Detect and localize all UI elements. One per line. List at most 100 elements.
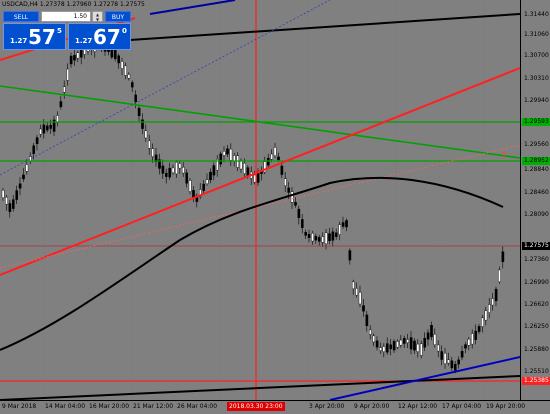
candle-body <box>450 360 454 369</box>
candle-body <box>352 281 355 290</box>
candle-body <box>406 339 410 343</box>
buy-button[interactable]: BUY <box>105 11 131 22</box>
candle-body <box>372 335 376 343</box>
sell-price-prefix: 1.27 <box>10 37 28 45</box>
candle-body <box>280 165 284 175</box>
candle-body <box>501 251 505 262</box>
candle-body <box>270 153 274 160</box>
candle-body <box>25 164 29 172</box>
candle-body <box>454 363 457 371</box>
candle-body <box>229 148 233 161</box>
candle-body <box>49 124 52 129</box>
candle-body <box>273 147 277 156</box>
candle-body <box>73 55 76 61</box>
candle-body <box>491 298 495 306</box>
candle-body <box>42 124 46 134</box>
candle-body <box>18 183 22 189</box>
candle-body <box>328 233 331 241</box>
candle-body <box>277 156 280 161</box>
price-label: 1.29940 <box>524 97 549 104</box>
price-label: 1.25510 <box>524 368 549 375</box>
candle-body <box>29 156 32 162</box>
buy-price-box[interactable]: 1.27 67 0 <box>68 23 131 50</box>
candle-body <box>124 65 127 76</box>
candle-body <box>477 326 481 332</box>
time-label: 21 Mar 12:00 <box>133 403 174 410</box>
lot-size-input[interactable]: 1.50 <box>41 11 91 22</box>
candle-body <box>369 329 372 335</box>
moving-average-curve <box>0 176 504 351</box>
candle-body <box>59 101 63 108</box>
candle-body <box>141 119 144 129</box>
price-label: 1.26250 <box>524 323 549 330</box>
candle-body <box>144 130 148 139</box>
candle-body <box>243 162 246 174</box>
time-label: 12 Apr 12:00 <box>398 403 438 410</box>
candle-body <box>185 172 189 184</box>
buy-price-prefix: 1.27 <box>75 37 93 45</box>
candle-body <box>192 190 195 198</box>
time-label: 19 Apr 20:00 <box>486 403 526 410</box>
candle-body <box>5 197 8 205</box>
candle-body <box>168 167 172 178</box>
candle-body <box>386 343 389 353</box>
candle-body <box>324 232 328 245</box>
sell-price-box[interactable]: 1.27 57 5 <box>3 23 66 50</box>
chart-window: ⇑ USDCAD,H4 1.27378 1.27960 1.27278 1.27… <box>0 0 550 414</box>
candle-body <box>267 157 270 166</box>
candle-body <box>39 128 42 135</box>
candle-body <box>413 340 416 351</box>
price-chart: ⇑ <box>0 0 520 400</box>
candle-body <box>79 48 83 58</box>
candle-body <box>362 305 365 312</box>
candle-body <box>437 344 440 352</box>
candle-body <box>488 304 491 313</box>
sell-button[interactable]: SELL <box>3 11 39 22</box>
candle-body <box>15 190 19 200</box>
candle-body <box>311 233 314 242</box>
candle-body <box>120 61 124 69</box>
candle-body <box>443 353 447 364</box>
candle-body <box>297 208 301 218</box>
crosshair-time-marker: 2018.03.30 23:00 <box>227 402 285 411</box>
candle-body <box>494 288 498 302</box>
candle-body <box>246 167 250 177</box>
sell-price-pips: 57 <box>28 25 56 49</box>
buy-price-pips: 67 <box>93 25 121 49</box>
buy-price-fraction: 0 <box>122 27 127 35</box>
candle-body <box>151 148 155 157</box>
candle-body <box>331 231 335 241</box>
symbol-title: USDCAD,H4 1.27378 1.27960 1.27278 1.2757… <box>2 1 145 8</box>
candle-body <box>301 219 304 228</box>
time-label: 14 Mar 04:00 <box>45 403 86 410</box>
candle-body <box>471 333 474 345</box>
candle-body <box>355 288 359 296</box>
current-price-tag: 1.27575 <box>522 242 550 250</box>
candle-body <box>22 174 25 180</box>
blue-line-top <box>149 0 236 15</box>
candle-body <box>460 350 464 358</box>
blue-bottom-trendline <box>329 356 520 400</box>
candle-body <box>409 337 413 350</box>
candle-body <box>348 250 352 261</box>
candle-body <box>113 49 117 59</box>
candle-body <box>484 310 488 321</box>
candle-body <box>226 148 229 155</box>
candle-body <box>426 332 430 340</box>
red-support-trendline <box>0 67 520 276</box>
candle-body <box>382 346 386 352</box>
price-label: 1.28460 <box>524 189 549 196</box>
price-label: 1.29560 <box>524 141 549 148</box>
candle-body <box>430 325 433 337</box>
candle-body <box>284 178 287 186</box>
candle-body <box>379 347 382 351</box>
candle-body <box>307 234 311 238</box>
candle-body <box>423 338 427 348</box>
time-axis[interactable]: 9 Mar 2018 14 Mar 04:00 16 Mar 20:00 21 … <box>0 400 550 414</box>
chart-plot-area[interactable]: ⇑ USDCAD,H4 1.27378 1.27960 1.27278 1.27… <box>0 0 520 400</box>
price-label: 1.30700 <box>524 52 549 59</box>
time-label: 9 Mar 2018 <box>2 403 37 410</box>
lot-size-spinner[interactable]: ▲ ▼ <box>92 11 103 22</box>
price-axis[interactable]: 1.31440 1.31060 1.30700 1.30310 1.29940 … <box>520 0 550 400</box>
alert-arrow-icon: ⇑ <box>500 151 508 161</box>
